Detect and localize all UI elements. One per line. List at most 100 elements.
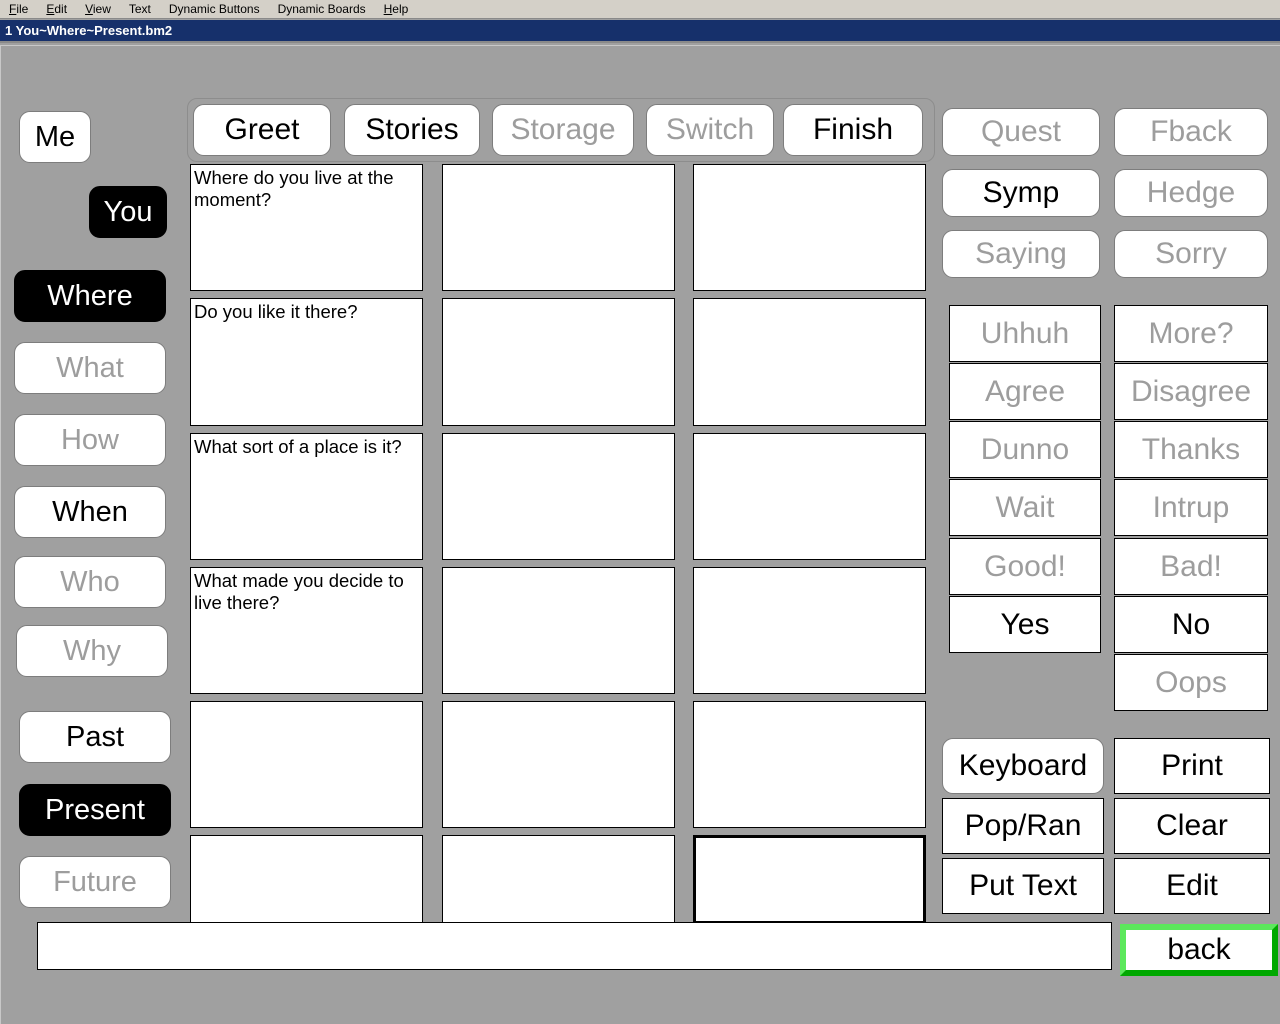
function-button-label: Edit [1166, 869, 1218, 902]
function-button-label: Clear [1156, 809, 1228, 842]
quick-response-button-label: Disagree [1130, 374, 1252, 408]
menu-accelerator: H [383, 1, 393, 16]
phrase-cell-text: Where do you live at the moment? [194, 167, 399, 210]
quick-response-button-label: Wait [995, 490, 1055, 524]
quick-response-button-disagree: Disagree [1114, 363, 1268, 420]
menu-item-file[interactable]: File [0, 1, 37, 18]
phrase-cell-text [443, 836, 674, 838]
speech-act-button-label: Sorry [1155, 237, 1227, 270]
quick-response-button-more: More? [1114, 305, 1268, 362]
phrase-cell[interactable] [442, 298, 675, 426]
toolbar-button-greet[interactable]: Greet [193, 104, 331, 156]
phrase-cell[interactable]: Where do you live at the moment? [190, 164, 423, 291]
sidebar-item-you[interactable]: You [89, 186, 167, 238]
title-bar: 1 You~Where~Present.bm2 [0, 20, 1280, 43]
toolbar-button-stories[interactable]: Stories [344, 104, 480, 156]
phrase-cell[interactable] [693, 298, 926, 426]
phrase-cell[interactable]: Do you like it there? [190, 298, 423, 426]
message-bar-text [38, 923, 1111, 939]
menu-item-label: dit [54, 1, 68, 16]
speech-act-button-symp[interactable]: Symp [942, 169, 1100, 217]
menu-item-dynamic-boards[interactable]: Dynamic Boards [269, 1, 375, 18]
function-button-put-text[interactable]: Put Text [942, 858, 1104, 914]
function-button-print[interactable]: Print [1114, 738, 1270, 794]
menu-item-edit[interactable]: Edit [37, 1, 76, 18]
menu-item-help[interactable]: Help [375, 1, 418, 18]
menu-item-label: iew [92, 1, 111, 16]
phrase-cell-text [694, 299, 925, 301]
toolbar-button-label: Storage [510, 113, 616, 146]
menu-item-label: ile [16, 1, 29, 16]
toolbar-button-finish[interactable]: Finish [783, 104, 923, 156]
phrase-cell-text: Do you like it there? [194, 301, 358, 322]
toolbar-button-label: Switch [665, 113, 755, 146]
phrase-cell[interactable] [442, 567, 675, 694]
phrase-cell-text [443, 702, 674, 704]
quick-response-button-label: Good! [984, 549, 1066, 583]
message-bar[interactable] [37, 922, 1112, 970]
sidebar-item-label: Where [47, 279, 133, 312]
sidebar-item-label: Past [65, 720, 125, 753]
sidebar-item-future: Future [19, 856, 171, 908]
phrase-cell-text [696, 838, 923, 840]
quick-response-button-label: Yes [1000, 607, 1050, 641]
sidebar-item-when[interactable]: When [14, 486, 166, 538]
phrase-cell[interactable] [693, 701, 926, 828]
phrase-cell-text [694, 434, 925, 436]
sidebar-item-why: Why [16, 625, 168, 677]
toolbar-button-label: Finish [812, 113, 894, 146]
quick-response-button-label: More? [1148, 316, 1234, 350]
phrase-cell[interactable] [442, 164, 675, 291]
sidebar-item-label: Why [63, 634, 121, 667]
menu-item-view[interactable]: View [76, 1, 120, 18]
sidebar-item-label: You [103, 195, 153, 228]
phrase-cell[interactable]: What made you decide to live there? [190, 567, 423, 694]
quick-response-button-bad: Bad! [1114, 538, 1268, 595]
phrase-cell[interactable] [442, 433, 675, 560]
quick-response-button-uhhuh: Uhhuh [949, 305, 1101, 362]
function-button-label: Print [1161, 749, 1223, 782]
phrase-cell-focused[interactable] [693, 835, 926, 924]
speech-act-button-sorry: Sorry [1114, 230, 1268, 278]
phrase-cell[interactable] [190, 701, 423, 828]
quick-response-button-oops: Oops [1114, 654, 1268, 711]
sidebar-item-label: Future [53, 865, 137, 898]
sidebar-item-present[interactable]: Present [19, 784, 171, 836]
quick-response-button-dunno: Dunno [949, 421, 1101, 478]
sidebar-item-label: Who [60, 565, 120, 598]
quick-response-button-yes[interactable]: Yes [949, 596, 1101, 653]
back-button[interactable]: back [1120, 924, 1278, 976]
sidebar-item-label: How [60, 423, 119, 456]
quick-response-button-no[interactable]: No [1114, 596, 1268, 653]
phrase-cell[interactable] [190, 835, 423, 924]
function-button-edit[interactable]: Edit [1114, 858, 1270, 914]
speech-act-button-fback: Fback [1114, 108, 1268, 156]
phrase-cell[interactable] [693, 164, 926, 291]
quick-response-button-label: Bad! [1160, 549, 1222, 583]
client-area: Me You Where What How When Who Why Past Present Fu… [0, 45, 1280, 1024]
function-button-label: Keyboard [958, 749, 1088, 782]
sidebar-item-label: Me [34, 120, 76, 153]
function-button-label: Put Text [969, 869, 1077, 902]
phrase-cell[interactable]: What sort of a place is it? [190, 433, 423, 560]
sidebar-item-me[interactable]: Me [19, 111, 91, 163]
quick-response-button-thanks: Thanks [1114, 421, 1268, 478]
function-button-label: Pop/Ran [964, 809, 1082, 842]
phrase-cell[interactable] [693, 433, 926, 560]
menu-item-text[interactable]: Text [120, 1, 160, 18]
application-window: File Edit View Text Dynamic Buttons Dynamic B… [0, 0, 1280, 1024]
sidebar-item-past[interactable]: Past [19, 711, 171, 763]
speech-act-button-label: Quest [980, 115, 1062, 148]
phrase-cell[interactable] [693, 567, 926, 694]
toolbar-button-storage: Storage [492, 104, 634, 156]
phrase-cell-text [443, 299, 674, 301]
phrase-cell-text [694, 568, 925, 570]
phrase-cell[interactable] [442, 835, 675, 924]
function-button-keyboard[interactable]: Keyboard [942, 738, 1104, 794]
phrase-cell[interactable] [442, 701, 675, 828]
sidebar-item-label: What [56, 351, 124, 384]
sidebar-item-where[interactable]: Where [14, 270, 166, 322]
function-button-pop-ran[interactable]: Pop/Ran [942, 798, 1104, 854]
menu-item-dynamic-buttons[interactable]: Dynamic Buttons [160, 1, 269, 18]
function-button-clear[interactable]: Clear [1114, 798, 1270, 854]
